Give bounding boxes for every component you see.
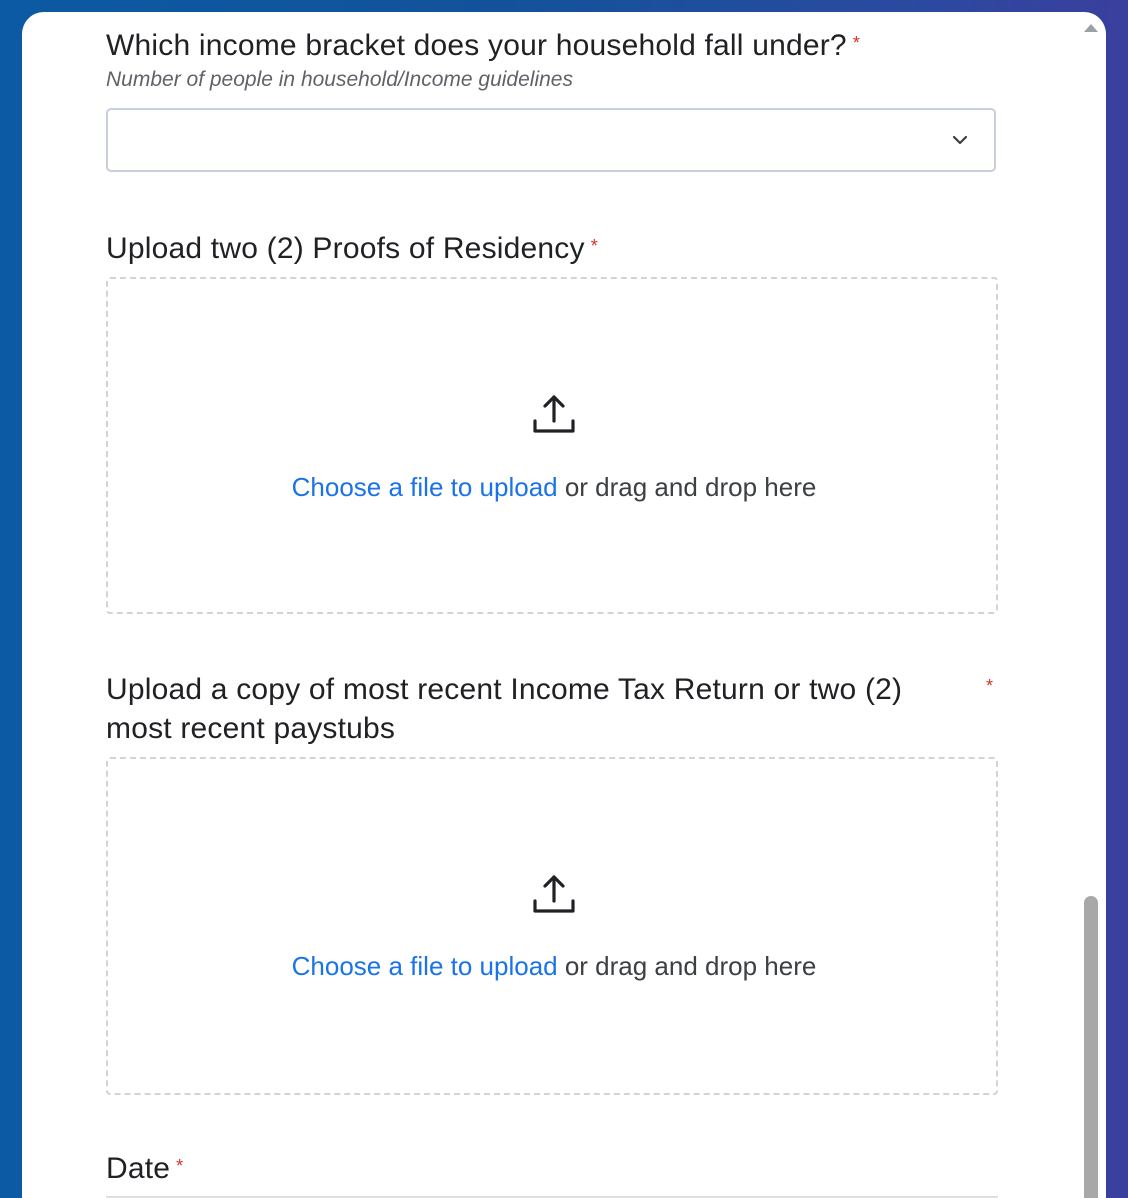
chevron-down-icon bbox=[952, 135, 968, 145]
tax-upload-title: Upload a copy of most recent Income Tax … bbox=[106, 673, 903, 745]
income-question-label: Which income bracket does your household… bbox=[106, 29, 847, 62]
date-question-label: Date bbox=[106, 1152, 171, 1185]
tax-upload-instructions: Choose a file to upload or drag and drop… bbox=[108, 951, 1000, 982]
income-bracket-select[interactable] bbox=[106, 108, 996, 172]
upload-icon bbox=[533, 395, 575, 433]
upload-icon bbox=[533, 875, 575, 913]
date-question-title: Date * bbox=[106, 1149, 998, 1188]
required-asterisk: * bbox=[590, 236, 598, 256]
form-card: Which income bracket does your household… bbox=[22, 12, 1106, 1198]
tax-drag-drop-text: or drag and drop here bbox=[557, 951, 817, 981]
income-question-title: Which income bracket does your household… bbox=[106, 26, 998, 65]
scrollbar-thumb[interactable] bbox=[1084, 896, 1098, 1198]
residency-choose-file-link[interactable]: Choose a file to upload bbox=[292, 472, 558, 502]
tax-upload-dropzone[interactable]: Choose a file to upload or drag and drop… bbox=[106, 757, 998, 1095]
residency-upload-label: Upload two (2) Proofs of Residency bbox=[106, 232, 585, 265]
required-asterisk: * bbox=[852, 33, 861, 53]
income-question-subtitle: Number of people in household/Income gui… bbox=[106, 68, 573, 91]
scrollbar[interactable] bbox=[1076, 12, 1106, 1198]
residency-upload-dropzone[interactable]: Choose a file to upload or drag and drop… bbox=[106, 277, 998, 614]
required-asterisk: * bbox=[986, 676, 994, 696]
residency-upload-instructions: Choose a file to upload or drag and drop… bbox=[108, 472, 1000, 503]
scroll-up-arrow-icon[interactable] bbox=[1084, 24, 1098, 32]
residency-upload-title: Upload two (2) Proofs of Residency * bbox=[106, 229, 998, 268]
required-asterisk: * bbox=[176, 1156, 184, 1176]
residency-drag-drop-text: or drag and drop here bbox=[557, 472, 817, 502]
tax-choose-file-link[interactable]: Choose a file to upload bbox=[292, 951, 558, 981]
